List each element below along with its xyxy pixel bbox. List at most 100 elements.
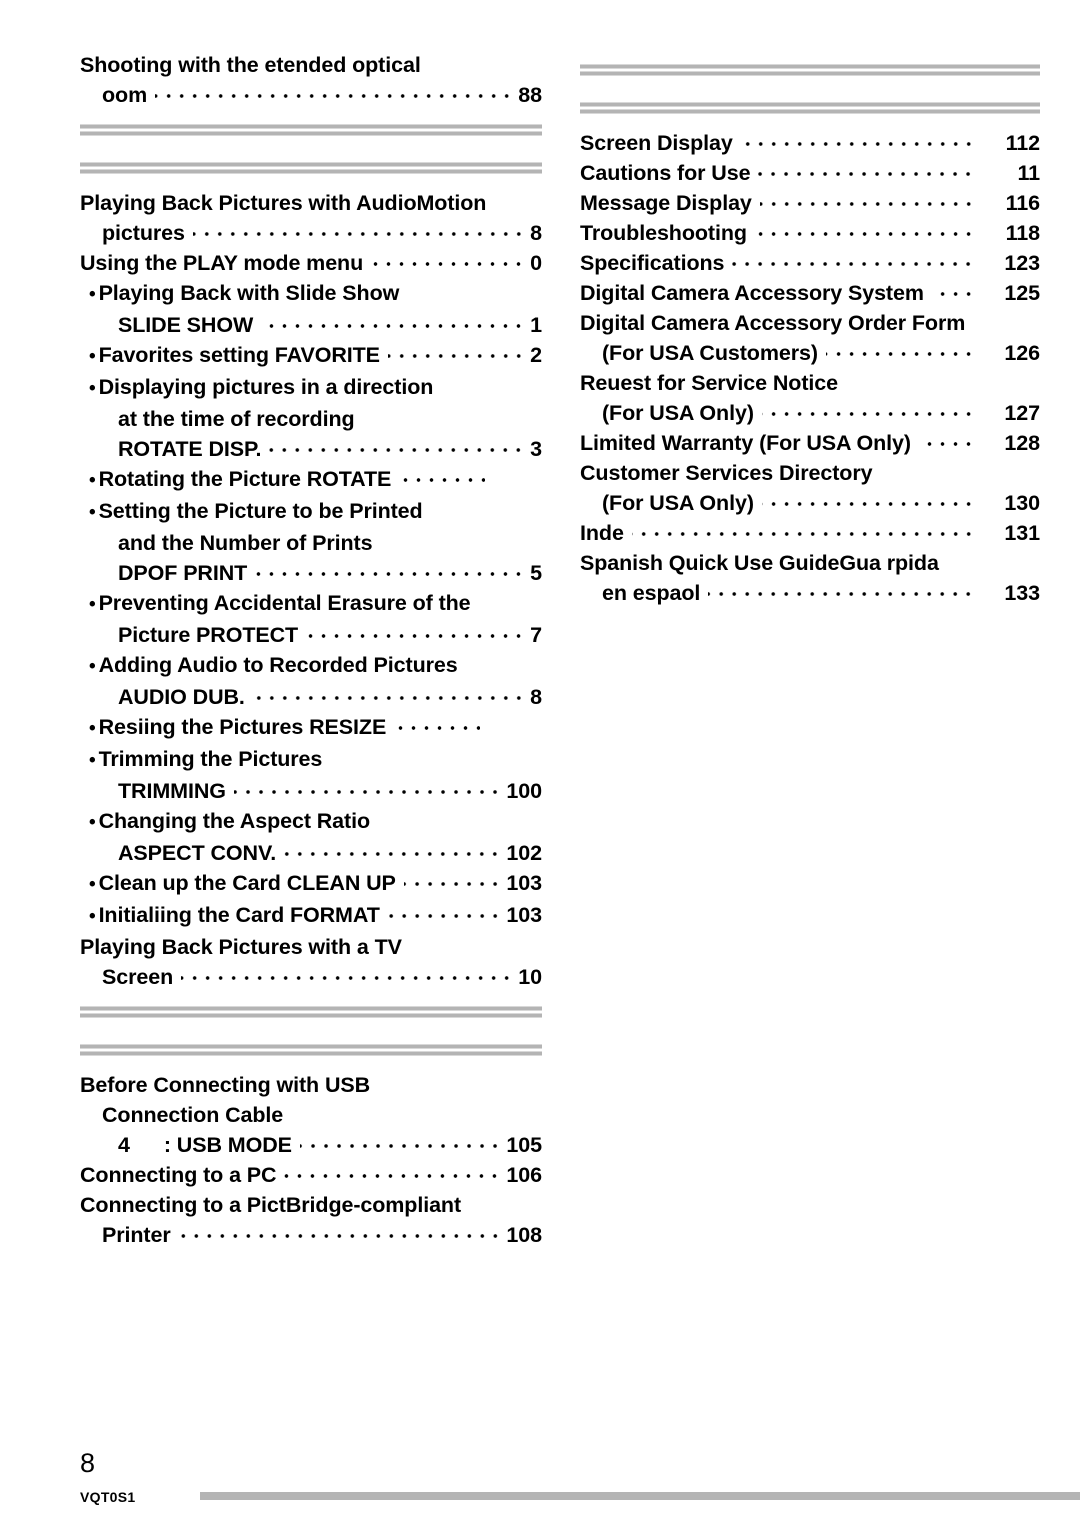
dot-leader [371,248,526,270]
toc-entry-label: oom [102,83,148,107]
dot-leader [181,962,514,984]
toc-page-number: 108 [506,1223,542,1247]
bullet-icon: • [89,470,96,491]
toc-entry-row: Specifications 123 [580,248,1040,278]
toc-entry-label: Displaying pictures in a direction [98,375,434,399]
dot-leader [399,464,486,486]
bullet-icon: • [89,284,96,305]
toc-entry-row: • Favorites setting FAVORITE 2 [80,340,542,372]
toc-page-number: 103 [506,871,542,895]
toc-page-number: 11 [1017,161,1040,185]
toc-entry-label: Specifications [580,251,725,275]
toc-page-number: 102 [506,841,542,865]
section-separator [80,162,542,174]
toc-page-number: 130 [1004,491,1040,515]
toc-entry-heading: Reuest for Service Notice [580,371,838,395]
toc-page-number: 127 [1004,401,1040,425]
toc-page: Shooting with the etended optical oom 88… [0,0,1080,1534]
toc-entry-row: oom 88 [80,80,542,110]
toc-page-number: 2 [530,343,542,367]
dot-leader [758,158,975,180]
footer-document-code: VQT0S1 [80,1489,136,1505]
toc-entry-continuation: and the Number of Prints [118,531,373,555]
toc-entry-icon-label: 4 [118,1133,130,1157]
toc-entry-row: • Rotating the Picture ROTATE [80,464,542,496]
toc-entry-label: Changing the Aspect Ratio [98,809,371,833]
dot-leader [708,578,975,600]
bullet-icon: • [89,378,96,399]
toc-entry-label: Message Display [580,191,752,215]
toc-entry-bullet: • Setting the Picture to be Printed [80,496,542,528]
toc-entry-continuation: Connection Cable [102,1103,284,1127]
dot-leader [284,1160,502,1182]
toc-entry-heading: Digital Camera Accessory Order Form [580,311,966,335]
toc-entry-row: Message Display 116 [580,188,1040,218]
toc-entry-label: Screen Display [580,131,733,155]
toc-entry-heading: Customer Services Directory [580,461,873,485]
bullet-icon: • [89,718,96,739]
toc-entry-row: Using the PLAY mode menu 0 [80,248,542,278]
toc-entry-row: 4 : USB MODE 105 [80,1130,542,1160]
toc-entry-label: Rotating the Picture ROTATE [98,467,392,491]
toc-entry-label: Favorites setting FAVORITE [98,343,380,367]
toc-entry-heading: Shooting with the etended optical [80,53,421,77]
toc-entry-heading: Spanish Quick Use GuideGua rpida [580,551,939,575]
toc-entry-row: Cautions for Use 11 [580,158,1040,188]
toc-entry-row: AUDIO DUB. 8 [80,682,542,712]
toc-entry-row: Inde 131 [580,518,1040,548]
toc-entry-label: Digital Camera Accessory System [580,281,924,305]
toc-entry-label: Troubleshooting [580,221,747,245]
toc-entry-label: Limited Warranty (For USA Only) [580,431,911,455]
bullet-icon: • [89,906,96,927]
toc-entry-label: Preventing Accidental Erasure of the [98,591,471,615]
section-separator [80,124,542,136]
toc-entry-bullet: • Adding Audio to Recorded Pictures [80,650,542,682]
toc-page-number: 125 [1004,281,1040,305]
toc-entry-row: DPOF PRINT 5 [80,558,542,588]
section-separator [80,1006,542,1018]
dot-leader [403,868,502,890]
toc-page-number: 131 [1004,521,1040,545]
bullet-icon: • [89,874,96,895]
toc-page-number: 7 [530,623,542,647]
toc-entry-row: • Clean up the Card CLEAN UP 103 [80,868,542,900]
toc-page-number: 103 [506,903,542,927]
toc-entry-heading: Playing Back Pictures with AudioMotion [80,191,487,215]
toc-page-number: 8 [530,685,542,709]
toc-entry-label: (For USA Only) [602,491,754,515]
dot-leader [306,620,526,642]
dot-leader [394,712,481,734]
toc-entry-label: Cautions for Use [580,161,751,185]
dot-leader [761,488,975,510]
toc-entry-label: ASPECT CONV. [118,841,277,865]
toc-entry-continuation: at the time of recording [118,407,355,431]
toc-page-number: 106 [506,1163,542,1187]
bullet-icon: • [89,594,96,615]
toc-entry-label: (For USA Customers) [602,341,818,365]
toc-page-number: 1 [530,313,542,337]
toc-entry-row: (For USA Customers) 126 [580,338,1040,368]
toc-page-number: 118 [1005,221,1040,245]
section-separator [580,64,1040,76]
toc-entry-label: AUDIO DUB. [118,685,245,709]
toc-entry-row: TRIMMING 100 [80,776,542,806]
dot-leader [155,80,514,102]
dot-leader [299,1130,502,1152]
dot-leader [918,428,975,450]
toc-entry-bullet: • Preventing Accidental Erasure of the [80,588,542,620]
toc-page-number: 133 [1004,581,1040,605]
toc-page-number: 0 [530,251,542,275]
toc-entry-label: en espaol [602,581,701,605]
toc-entry-label: Adding Audio to Recorded Pictures [98,653,458,677]
toc-entry-row: Digital Camera Accessory System 125 [580,278,1040,308]
toc-page-number: 8 [530,221,542,245]
toc-entry-row: Troubleshooting 118 [580,218,1040,248]
toc-entry-label: Resiing the Pictures RESIZE [98,715,387,739]
